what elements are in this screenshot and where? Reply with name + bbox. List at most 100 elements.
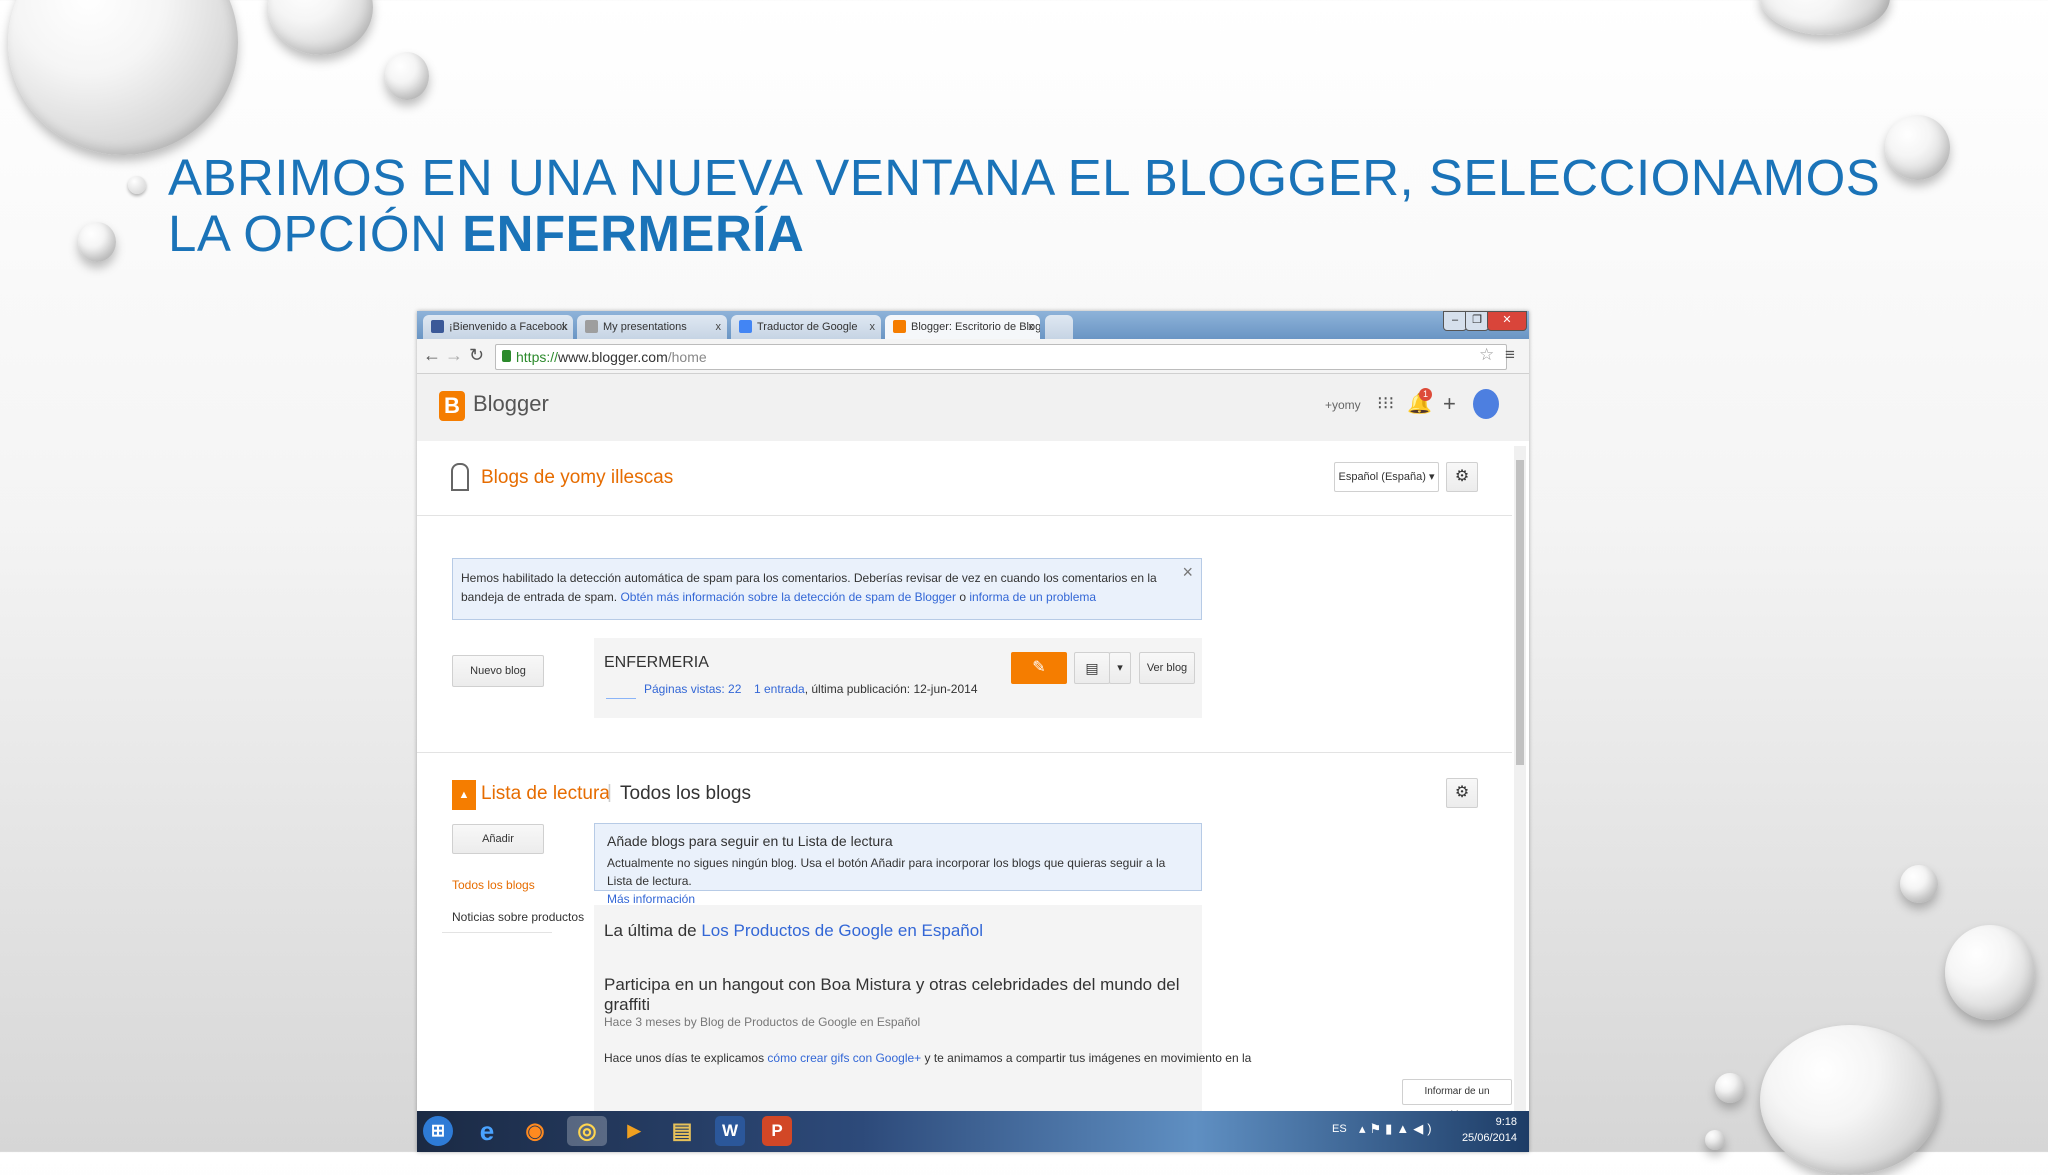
water-drop [1945, 925, 2035, 1020]
scrollbar-thumb[interactable] [1516, 460, 1524, 765]
facebook-icon [431, 320, 444, 333]
water-drop [385, 52, 429, 100]
tray-icons[interactable]: ▴⚑▮▲◀) [1359, 1121, 1436, 1137]
browser-screenshot: ¡Bienvenido a Facebook x My presentation… [417, 311, 1529, 1152]
water-drop [268, 0, 373, 55]
add-button[interactable]: Añadir [452, 824, 544, 854]
presentation-icon [585, 320, 598, 333]
blogs-section-title: Blogs de yomy illescas [481, 467, 674, 488]
sidebar-item-product-news[interactable]: Noticias sobre productos [452, 910, 584, 924]
menu-icon[interactable]: ≡ [1505, 345, 1515, 365]
water-drop [1760, 1025, 1940, 1175]
water-drop [8, 0, 238, 155]
info-text: Actualmente no sigues ningún blog. Usa e… [607, 856, 1166, 888]
minimize-button[interactable]: – [1443, 311, 1467, 331]
back-icon[interactable]: ← [423, 345, 441, 366]
language-indicator[interactable]: ES [1332, 1123, 1347, 1135]
blogger-header: B Blogger +yomy ⁝⁝⁝ 🔔 1 + [417, 374, 1529, 441]
restore-button[interactable]: ❐ [1465, 311, 1489, 331]
reading-list-icon: ▲ [452, 780, 476, 810]
info-title: Añade blogs para seguir en tu Lista de l… [607, 833, 893, 849]
post-stats: 1 entrada, última publicación: 12-jun-20… [754, 682, 978, 696]
address-bar: ← → ↻ https://www.blogger.com/home ☆ ≡ [417, 339, 1529, 374]
tab-close-icon[interactable]: x [562, 315, 568, 339]
reading-list-settings-button[interactable]: ⚙ [1446, 778, 1478, 808]
clock[interactable]: 9:18 25/06/2014 [1462, 1114, 1517, 1146]
divider [417, 515, 1512, 516]
user-link[interactable]: +yomy [1325, 398, 1361, 412]
chrome-icon[interactable]: ◎ [567, 1116, 607, 1146]
internet-explorer-icon[interactable]: e [472, 1116, 502, 1146]
new-post-button[interactable]: ✎ [1011, 652, 1067, 684]
post-title[interactable]: Participa en un hangout con Boa Mistura … [604, 975, 1202, 1015]
settings-gear-button[interactable]: ⚙ [1446, 462, 1478, 492]
tab-my-presentations[interactable]: My presentations x [577, 315, 727, 339]
entries-link[interactable]: 1 entrada [754, 682, 805, 696]
tab-close-icon[interactable]: x [870, 315, 876, 339]
tab-label: Blogger: Escritorio de Blog [911, 321, 1040, 333]
tab-bar: ¡Bienvenido a Facebook x My presentation… [417, 311, 1529, 339]
windows-taskbar: ⊞ e ◉ ◎ ▶ ▤ W P ES ▴⚑▮▲◀) 9:18 25/06/201… [417, 1111, 1529, 1152]
language-select[interactable]: Español (España) ▾ [1334, 462, 1439, 492]
new-tab-button[interactable] [1045, 315, 1073, 339]
powerpoint-icon[interactable]: P [762, 1116, 792, 1146]
new-blog-button[interactable]: Nuevo blog [452, 655, 544, 687]
posts-list-button[interactable]: ▤ [1074, 652, 1110, 684]
post-excerpt: Hace unos días te explicamos cómo crear … [604, 1051, 1252, 1065]
apps-grid-icon[interactable]: ⁝⁝⁝ [1377, 393, 1394, 414]
sidebar-item-all-blogs[interactable]: Todos los blogs [452, 878, 535, 892]
media-player-icon[interactable]: ▶ [619, 1116, 649, 1146]
page-views-link[interactable]: Páginas vistas: 22 [644, 682, 741, 696]
tab-close-icon[interactable]: x [716, 315, 722, 339]
scrollbar[interactable] [1514, 446, 1526, 1111]
url-input[interactable]: https://www.blogger.com/home [495, 344, 1507, 370]
word-icon[interactable]: W [715, 1116, 745, 1146]
report-problem-link[interactable]: informa de un problema [969, 590, 1096, 604]
firefox-icon[interactable]: ◉ [520, 1116, 550, 1146]
water-drop [1900, 865, 1938, 903]
water-drop [1760, 0, 1890, 35]
avatar[interactable] [1473, 389, 1499, 419]
tab-close-icon[interactable]: x [1029, 315, 1035, 339]
clock-time: 9:18 [1495, 1116, 1517, 1128]
close-window-button[interactable]: ✕ [1487, 311, 1527, 331]
spam-notice: Hemos habilitado la detección automática… [452, 558, 1202, 620]
reload-icon[interactable]: ↻ [469, 345, 484, 366]
bullet-point [128, 176, 146, 194]
water-drop [78, 222, 116, 262]
notification-count: 1 [1419, 388, 1432, 401]
blog-card: ENFERMERIA Páginas vistas: 22 1 entrada,… [594, 638, 1202, 718]
tab-blogger[interactable]: Blogger: Escritorio de Blog x [885, 315, 1040, 339]
slide-title: ABRIMOS EN UNA NUEVA VENTANA EL BLOGGER,… [168, 150, 1908, 262]
slide-title-emphasis: ENFERMERÍA [462, 205, 805, 262]
blogger-logo[interactable]: B [439, 391, 465, 421]
profile-icon [451, 463, 469, 491]
blog-name-link[interactable]: ENFERMERIA [604, 654, 709, 672]
app-name: Blogger [473, 391, 549, 416]
latest-heading: La última de Los Productos de Google en … [604, 921, 983, 940]
bookmark-star-icon[interactable]: ☆ [1479, 345, 1494, 365]
all-blogs-title: Todos los blogs [620, 783, 751, 804]
slide-title-text: ABRIMOS EN UNA NUEVA VENTANA EL BLOGGER,… [168, 149, 1881, 262]
reading-list-title[interactable]: Lista de lectura [481, 783, 610, 805]
gif-link[interactable]: cómo crear gifs con Google+ [767, 1051, 921, 1065]
google-products-link[interactable]: Los Productos de Google en Español [701, 921, 983, 940]
start-button[interactable]: ⊞ [423, 1116, 453, 1146]
tab-label: My presentations [603, 321, 687, 333]
latest-post-card: La última de Los Productos de Google en … [594, 905, 1251, 1115]
lock-icon [502, 350, 511, 362]
tab-google-translate[interactable]: Traductor de Google x [731, 315, 881, 339]
spam-info-link[interactable]: Obtén más información sobre la detección… [620, 590, 956, 604]
report-problem-button[interactable]: Informar de un problema [1402, 1079, 1512, 1121]
post-meta: Hace 3 meses by Blog de Productos de Goo… [604, 1015, 921, 1029]
view-blog-button[interactable]: Ver blog [1139, 652, 1195, 684]
tab-facebook[interactable]: ¡Bienvenido a Facebook x [423, 315, 573, 339]
title-separator: | [607, 782, 612, 803]
blog-menu-dropdown[interactable]: ▾ [1109, 652, 1131, 684]
water-drop [1705, 1130, 1725, 1150]
translate-icon [739, 320, 752, 333]
file-explorer-icon[interactable]: ▤ [667, 1116, 697, 1146]
forward-icon[interactable]: → [445, 345, 463, 366]
close-icon[interactable]: × [1182, 563, 1193, 582]
share-plus-button[interactable]: + [1443, 391, 1456, 417]
